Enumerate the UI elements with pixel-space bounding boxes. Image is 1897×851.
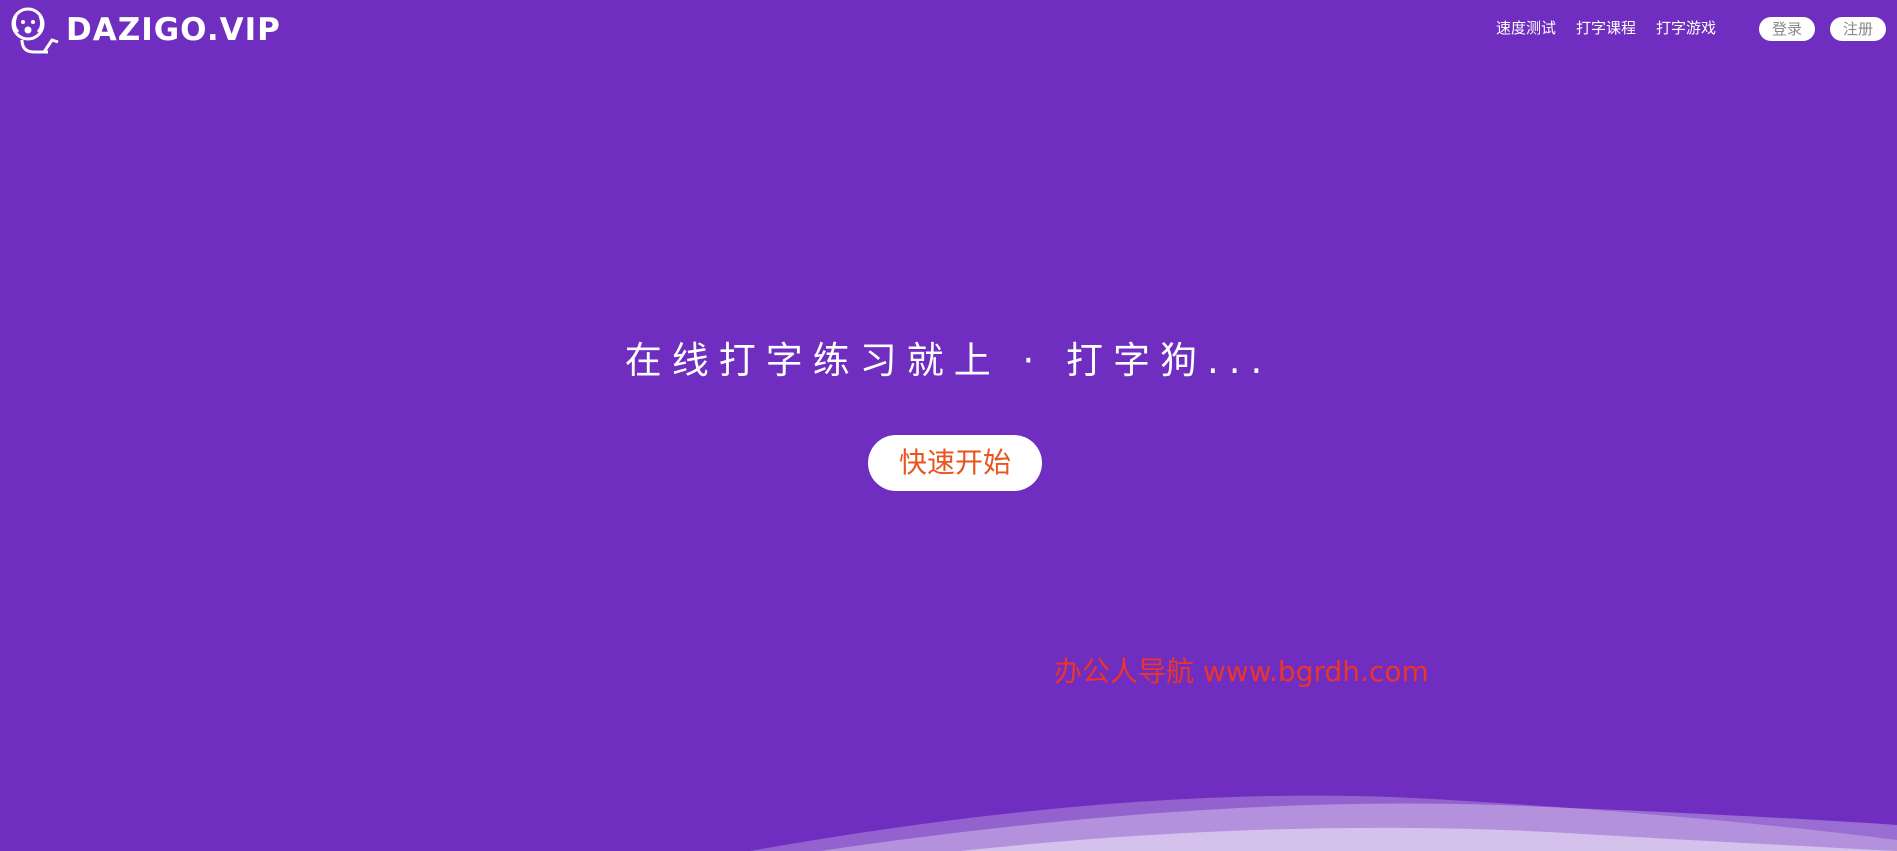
main-nav: 速度测试 打字课程 打字游戏 bbox=[1496, 17, 1716, 38]
brand-logo[interactable]: DAZIGO.VIP bbox=[8, 4, 281, 56]
brand-name: DAZIGO.VIP bbox=[66, 12, 281, 48]
register-button[interactable]: 注册 bbox=[1830, 17, 1886, 41]
nav-typing-courses[interactable]: 打字课程 bbox=[1576, 17, 1636, 38]
nav-typing-games[interactable]: 打字游戏 bbox=[1656, 17, 1716, 38]
nav-speed-test[interactable]: 速度测试 bbox=[1496, 17, 1556, 38]
hero-title: 在线打字练习就上 · 打字狗... bbox=[624, 339, 1273, 382]
watermark-text: 办公人导航 www.bgrdh.com bbox=[1054, 655, 1429, 688]
bottom-waves-decoration bbox=[750, 795, 1897, 851]
dog-logo-icon bbox=[11, 7, 59, 54]
login-button[interactable]: 登录 bbox=[1759, 17, 1815, 41]
top-header: DAZIGO.VIP 速度测试 打字课程 打字游戏 登录 注册 bbox=[0, 0, 1897, 58]
quick-start-button[interactable]: 快速开始 bbox=[868, 435, 1042, 491]
